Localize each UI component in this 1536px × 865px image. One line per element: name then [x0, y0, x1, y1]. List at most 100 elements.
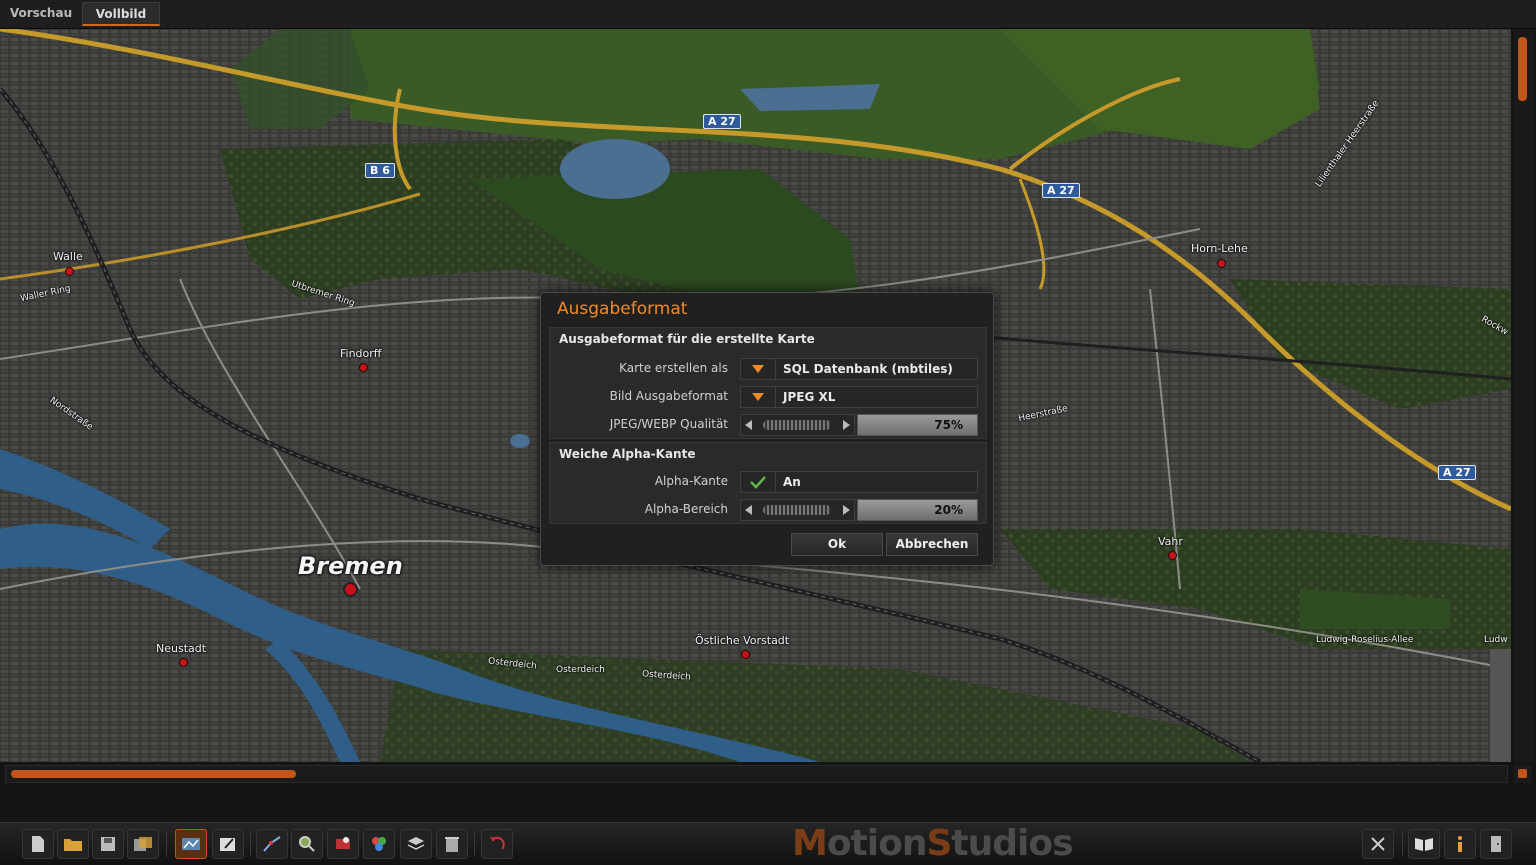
decrease-arrow-icon[interactable]: [745, 505, 752, 515]
palette-icon: [372, 837, 386, 851]
alpha-edge-value: An: [783, 475, 801, 489]
route-icon: [263, 836, 281, 852]
exit-button[interactable]: [1480, 829, 1512, 859]
quality-value-field[interactable]: 75%: [857, 414, 978, 436]
place-marker-bremen: [343, 582, 358, 597]
checkbox[interactable]: [741, 472, 776, 492]
chevron-down-icon: [752, 393, 764, 401]
image-format-label: Bild Ausgabeformat: [609, 389, 728, 403]
slider-knob[interactable]: [763, 505, 831, 515]
place-marker: [179, 658, 188, 667]
create-map-as-dropdown[interactable]: SQL Datenbank (mbtiles): [740, 358, 978, 380]
place-label-vahr: Vahr: [1158, 535, 1183, 548]
street-label: Osterdeich: [556, 665, 605, 675]
save-icon: [101, 837, 115, 851]
horizontal-scrollbar[interactable]: [5, 765, 1508, 783]
vertical-scroll-thumb[interactable]: [1518, 37, 1527, 101]
alpha-edge-section: Weiche Alpha-Kante Alpha-Kante An Alpha-…: [549, 442, 987, 524]
folder-icon: [64, 839, 82, 851]
save-button[interactable]: [92, 829, 124, 859]
output-format-section: Ausgabeformat für die erstellte Karte Ka…: [549, 327, 987, 439]
route-tool-button[interactable]: [256, 829, 288, 859]
image-format-dropdown[interactable]: JPEG XL: [740, 386, 978, 408]
tab-vollbild[interactable]: Vollbild: [82, 2, 160, 26]
toolbar-separator: [1402, 831, 1403, 857]
open-folder-button[interactable]: [57, 829, 89, 859]
section-title: Weiche Alpha-Kante: [559, 447, 696, 461]
dropdown-arrow[interactable]: [741, 359, 776, 379]
corner-indicator: [1518, 769, 1527, 778]
road-shield-a27: A 27: [1438, 465, 1476, 480]
search-icon: [299, 836, 315, 852]
decrease-arrow-icon[interactable]: [745, 420, 752, 430]
marker-icon: [336, 837, 350, 849]
place-marker: [65, 267, 74, 276]
place-label-findorff: Findorff: [340, 347, 382, 360]
dropdown-arrow[interactable]: [741, 387, 776, 407]
toolbar-separator: [166, 831, 167, 857]
trash-icon: [445, 837, 459, 852]
layers-button[interactable]: [400, 829, 432, 859]
scroll-corner: [1514, 765, 1532, 783]
place-label-walle: Walle: [53, 250, 83, 263]
settings-button[interactable]: [1362, 829, 1394, 859]
style-tool-button[interactable]: [363, 829, 395, 859]
quality-slider[interactable]: [740, 414, 855, 436]
place-marker: [1168, 551, 1177, 560]
door-icon: [1491, 836, 1501, 852]
tab-bar: Vorschau Vollbild: [0, 0, 1536, 29]
create-map-as-value: SQL Datenbank (mbtiles): [783, 362, 953, 376]
output-format-dialog: Ausgabeformat Ausgabeformat für die erst…: [540, 292, 994, 566]
marker-tool-button[interactable]: [327, 829, 359, 859]
info-button[interactable]: [1444, 829, 1476, 859]
place-label-neustadt: Neustadt: [156, 642, 207, 655]
increase-arrow-icon[interactable]: [843, 505, 850, 515]
edit-view-button[interactable]: [212, 829, 244, 859]
bottom-toolbar: MotionStudios: [0, 822, 1536, 865]
delete-button[interactable]: [436, 829, 468, 859]
image-format-value: JPEG XL: [783, 390, 836, 404]
place-marker: [1217, 259, 1226, 268]
tab-vorschau[interactable]: Vorschau: [3, 2, 79, 26]
new-file-button[interactable]: [22, 829, 54, 859]
street-label: Ludwig-Roselius-Allee: [1316, 635, 1414, 645]
place-label-bremen: Bremen: [298, 552, 403, 580]
motionstudios-logo: MotionStudios: [792, 823, 1074, 864]
place-label-oestliche-vorstadt: Östliche Vorstadt: [695, 634, 790, 647]
alpha-range-slider[interactable]: [740, 499, 855, 521]
undo-button[interactable]: [481, 829, 513, 859]
alpha-edge-toggle[interactable]: An: [740, 471, 978, 493]
cancel-button[interactable]: Abbrechen: [886, 533, 978, 556]
alpha-edge-label: Alpha-Kante: [654, 474, 728, 488]
slider-knob[interactable]: [763, 420, 831, 430]
chevron-down-icon: [752, 365, 764, 373]
vertical-scrollbar[interactable]: [1514, 29, 1534, 762]
checkmark-icon: [750, 476, 766, 489]
tools-icon: [1371, 837, 1385, 851]
book-icon: [1415, 838, 1433, 851]
horizontal-scroll-thumb[interactable]: [11, 770, 296, 778]
road-shield-a27: A 27: [1042, 183, 1080, 198]
alpha-range-value-field[interactable]: 20%: [857, 499, 978, 521]
map-icon: [182, 838, 200, 850]
toolbar-separator: [474, 831, 475, 857]
search-tool-button[interactable]: [291, 829, 323, 859]
undo-icon: [490, 836, 505, 850]
place-marker: [359, 363, 368, 372]
ok-button[interactable]: Ok: [791, 533, 883, 556]
manual-button[interactable]: [1408, 829, 1440, 859]
alpha-range-label: Alpha-Bereich: [644, 502, 728, 516]
increase-arrow-icon[interactable]: [843, 420, 850, 430]
dialog-title: Ausgabeformat: [557, 299, 688, 319]
road-shield-b6: B 6: [365, 163, 395, 178]
info-icon: [1458, 836, 1462, 852]
edit-icon: [220, 838, 235, 851]
section-title: Ausgabeformat für die erstellte Karte: [559, 332, 815, 346]
map-view-button[interactable]: [175, 829, 207, 859]
status-strip: [0, 786, 1536, 822]
street-label: Ludw: [1484, 635, 1508, 645]
toolbar-separator: [250, 831, 251, 857]
layers-icon: [407, 837, 425, 850]
save-as-button[interactable]: [127, 829, 159, 859]
create-map-as-label: Karte erstellen als: [619, 361, 728, 375]
